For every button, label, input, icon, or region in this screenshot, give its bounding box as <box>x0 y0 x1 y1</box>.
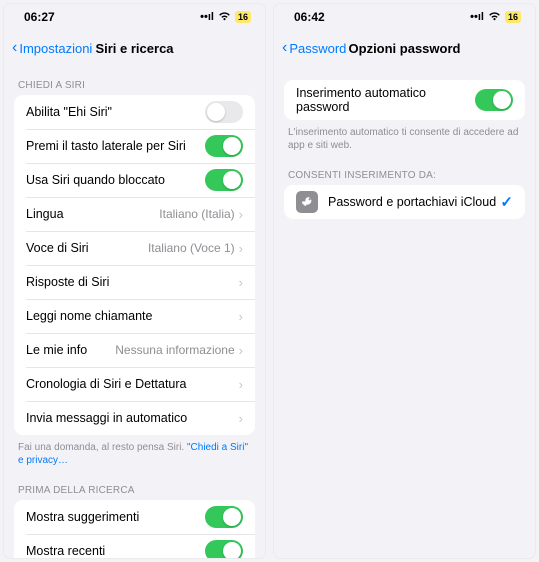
scroll-content[interactable]: CHIEDI A SIRI Abilita "Ehi Siri" Premi il… <box>4 66 265 558</box>
row-provider-icloud[interactable]: Password e portachiavi iCloud ✓ <box>284 185 525 219</box>
row-label: Voce di Siri <box>26 241 148 255</box>
chevron-right-icon: › <box>239 241 243 256</box>
row-ask-0[interactable]: Abilita "Ehi Siri" <box>14 95 255 129</box>
chevron-right-icon: › <box>239 207 243 222</box>
toggle[interactable] <box>205 540 243 558</box>
wifi-icon <box>488 11 501 24</box>
signal-icon: ••ıl <box>470 11 484 23</box>
chevron-right-icon: › <box>239 411 243 426</box>
row-value: Nessuna informazione <box>115 343 234 357</box>
row-label: Usa Siri quando bloccato <box>26 173 205 187</box>
group-before-search: Mostra suggerimenti Mostra recenti <box>14 500 255 558</box>
battery-indicator: 16 <box>235 11 251 23</box>
row-ask-1[interactable]: Premi il tasto laterale per Siri <box>14 129 255 163</box>
row-ask-4[interactable]: Voce di SiriItaliano (Voce 1) › <box>14 231 255 265</box>
section-header-allow-from: CONSENTI INSERIMENTO DA: <box>274 156 535 185</box>
footer-autofill: L'inserimento automatico ti consente di … <box>274 120 535 156</box>
status-time: 06:42 <box>294 10 325 24</box>
toggle[interactable] <box>205 169 243 191</box>
row-ask-3[interactable]: LinguaItaliano (Italia) › <box>14 197 255 231</box>
row-ask-9[interactable]: Invia messaggi in automatico› <box>14 401 255 435</box>
status-bar: 06:27 ••ıl 16 <box>4 4 265 30</box>
section-header-before-search: PRIMA DELLA RICERCA <box>4 471 265 500</box>
row-label: Inserimento automatico password <box>296 86 475 114</box>
status-bar: 06:42 ••ıl 16 <box>274 4 535 30</box>
autofill-toggle[interactable] <box>475 89 513 111</box>
scroll-content[interactable]: Inserimento automatico password L'inseri… <box>274 66 535 558</box>
section-header-ask-siri: CHIEDI A SIRI <box>4 66 265 95</box>
toggle[interactable] <box>205 135 243 157</box>
row-ask-2[interactable]: Usa Siri quando bloccato <box>14 163 255 197</box>
row-label: Premi il tasto laterale per Siri <box>26 139 205 153</box>
nav-bar: ‹ Password Opzioni password <box>274 30 535 66</box>
row-ask-6[interactable]: Leggi nome chiamante› <box>14 299 255 333</box>
toggle[interactable] <box>205 506 243 528</box>
signal-icon: ••ıl <box>200 11 214 23</box>
row-label: Le mie info <box>26 343 115 357</box>
row-label: Lingua <box>26 207 159 221</box>
group-ask-siri: Abilita "Ehi Siri" Premi il tasto lateral… <box>14 95 255 435</box>
row-label: Leggi nome chiamante <box>26 309 239 323</box>
group-autofill: Inserimento automatico password <box>284 80 525 120</box>
chevron-right-icon: › <box>239 343 243 358</box>
row-label: Risposte di Siri <box>26 275 239 289</box>
battery-indicator: 16 <box>505 11 521 23</box>
row-ask-7[interactable]: Le mie infoNessuna informazione › <box>14 333 255 367</box>
row-label: Password e portachiavi iCloud <box>328 195 500 209</box>
chevron-right-icon: › <box>239 275 243 290</box>
phone-password-options: 06:42 ••ıl 16 ‹ Password Opzioni passwor… <box>274 4 535 558</box>
group-providers: Password e portachiavi iCloud ✓ <box>284 185 525 219</box>
chevron-right-icon: › <box>239 309 243 324</box>
back-label: Password <box>289 41 346 56</box>
wifi-icon <box>218 11 231 24</box>
status-indicators: ••ıl 16 <box>200 11 251 24</box>
row-label: Mostra recenti <box>26 544 205 558</box>
back-button[interactable]: ‹ Password <box>282 40 346 56</box>
chevron-left-icon: ‹ <box>12 40 17 56</box>
chevron-right-icon: › <box>239 377 243 392</box>
back-label: Impostazioni <box>19 41 92 56</box>
row-label: Invia messaggi in automatico <box>26 411 239 425</box>
row-label: Cronologia di Siri e Dettatura <box>26 377 239 391</box>
footer-ask-siri: Fai una domanda, al resto pensa Siri. "C… <box>4 435 265 471</box>
row-autofill-toggle[interactable]: Inserimento automatico password <box>284 80 525 120</box>
key-icon <box>296 191 318 213</box>
check-icon: ✓ <box>500 193 513 211</box>
row-label: Abilita "Ehi Siri" <box>26 105 205 119</box>
back-button[interactable]: ‹ Impostazioni <box>12 40 92 56</box>
status-indicators: ••ıl 16 <box>470 11 521 24</box>
row-ask-8[interactable]: Cronologia di Siri e Dettatura› <box>14 367 255 401</box>
row-before-0[interactable]: Mostra suggerimenti <box>14 500 255 534</box>
toggle[interactable] <box>205 101 243 123</box>
row-label: Mostra suggerimenti <box>26 510 205 524</box>
status-time: 06:27 <box>24 10 55 24</box>
row-value: Italiano (Italia) <box>159 207 234 221</box>
nav-bar: ‹ Impostazioni Siri e ricerca <box>4 30 265 66</box>
row-value: Italiano (Voce 1) <box>148 241 235 255</box>
chevron-left-icon: ‹ <box>282 40 287 56</box>
phone-siri-settings: 06:27 ••ıl 16 ‹ Impostazioni Siri e rice… <box>4 4 265 558</box>
row-ask-5[interactable]: Risposte di Siri› <box>14 265 255 299</box>
row-before-1[interactable]: Mostra recenti <box>14 534 255 558</box>
